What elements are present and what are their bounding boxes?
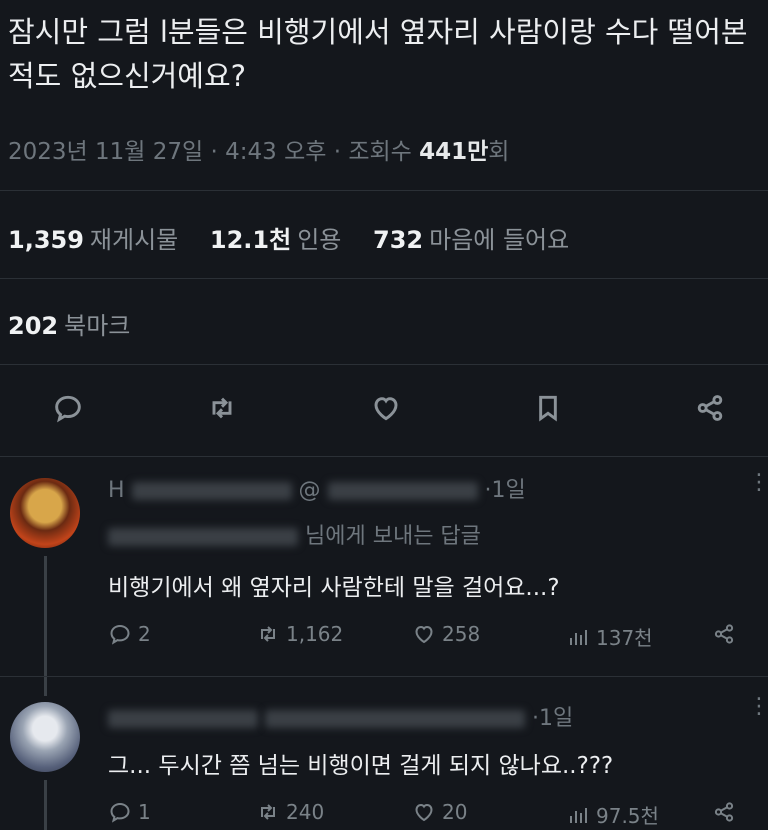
avatar[interactable]	[10, 702, 80, 772]
divider	[0, 278, 768, 279]
avatar[interactable]	[10, 478, 80, 548]
reply-text: 그... 두시간 쯤 넘는 비행이면 걸게 되지 않나요..???	[108, 753, 614, 779]
bookmark-icon[interactable]	[528, 388, 568, 428]
reply-action-bar: 1 240 20 97.5천	[108, 800, 748, 830]
divider	[0, 364, 768, 365]
reply-age[interactable]: ·1일	[485, 478, 526, 503]
views-unit: 회	[488, 139, 510, 165]
views-button[interactable]: 137천	[566, 622, 653, 651]
views-button[interactable]: 97.5천	[566, 800, 659, 829]
heart-icon[interactable]	[366, 388, 406, 428]
redacted-name	[131, 482, 292, 500]
like-button[interactable]: 258	[412, 622, 480, 646]
reply-author[interactable]: H @ ·1일	[108, 472, 526, 504]
retweet-stat[interactable]: 1,359 재게시물	[8, 226, 178, 254]
reply-icon	[110, 802, 130, 823]
divider	[0, 190, 768, 191]
views-label: 조회수	[348, 139, 412, 165]
like-button[interactable]: 20	[412, 800, 467, 824]
reply-age[interactable]: ·1일	[532, 706, 573, 731]
divider	[0, 676, 768, 677]
tweet-text: 잠시만 그럼 l분들은 비행기에서 옆자리 사람이랑 수다 떨어본 적도 없으신…	[8, 15, 748, 93]
reply-button[interactable]: 1	[108, 800, 151, 824]
share-button[interactable]	[712, 800, 736, 824]
views-count: 441만	[419, 139, 489, 165]
tweet-time[interactable]: 4:43 오후	[225, 139, 326, 165]
retweet-button[interactable]: 1,162	[256, 622, 343, 646]
share-button[interactable]	[712, 622, 736, 646]
heart-icon	[415, 625, 433, 644]
redacted-handle	[265, 710, 525, 728]
tweet-action-bar	[0, 388, 768, 438]
more-options-icon[interactable]: ⋮	[748, 472, 768, 494]
reply-author[interactable]: ·1일	[108, 700, 573, 732]
analytics-icon	[570, 807, 587, 823]
tweet-stats: 1,359 재게시물 12.1천 인용 732 마음에 들어요	[8, 220, 569, 255]
retweet-icon	[261, 804, 275, 820]
like-stat[interactable]: 732 마음에 들어요	[373, 226, 569, 254]
reply-icon[interactable]	[48, 388, 88, 428]
redacted-handle	[327, 482, 478, 500]
thread-line	[44, 780, 47, 830]
share-icon	[714, 624, 734, 644]
heart-icon	[415, 803, 433, 822]
share-icon	[714, 802, 734, 822]
reply-to-line: 님에게 보내는 답글	[108, 518, 481, 550]
bookmark-stat[interactable]: 202 북마크	[8, 306, 130, 341]
tweet-meta: 2023년 11월 27일 · 4:43 오후 · 조회수 441만회	[8, 139, 510, 165]
analytics-icon	[570, 629, 587, 645]
quote-stat[interactable]: 12.1천 인용	[210, 226, 341, 254]
divider	[0, 456, 768, 457]
thread-line	[44, 556, 47, 696]
reply-icon	[110, 624, 130, 645]
tweet-date[interactable]: 2023년 11월 27일	[8, 139, 203, 165]
retweet-icon	[261, 626, 275, 642]
retweet-button[interactable]: 240	[256, 800, 324, 824]
redacted-name	[108, 710, 258, 728]
reply-button[interactable]: 2	[108, 622, 151, 646]
retweet-icon[interactable]	[202, 388, 242, 428]
share-icon[interactable]	[690, 388, 730, 428]
more-options-icon[interactable]: ⋮	[748, 696, 768, 718]
reply-action-bar: 2 1,162 258 137천	[108, 622, 748, 652]
redacted-mention	[108, 528, 298, 546]
reply-text: 비행기에서 왜 옆자리 사람한테 말을 걸어요...?	[108, 575, 560, 601]
